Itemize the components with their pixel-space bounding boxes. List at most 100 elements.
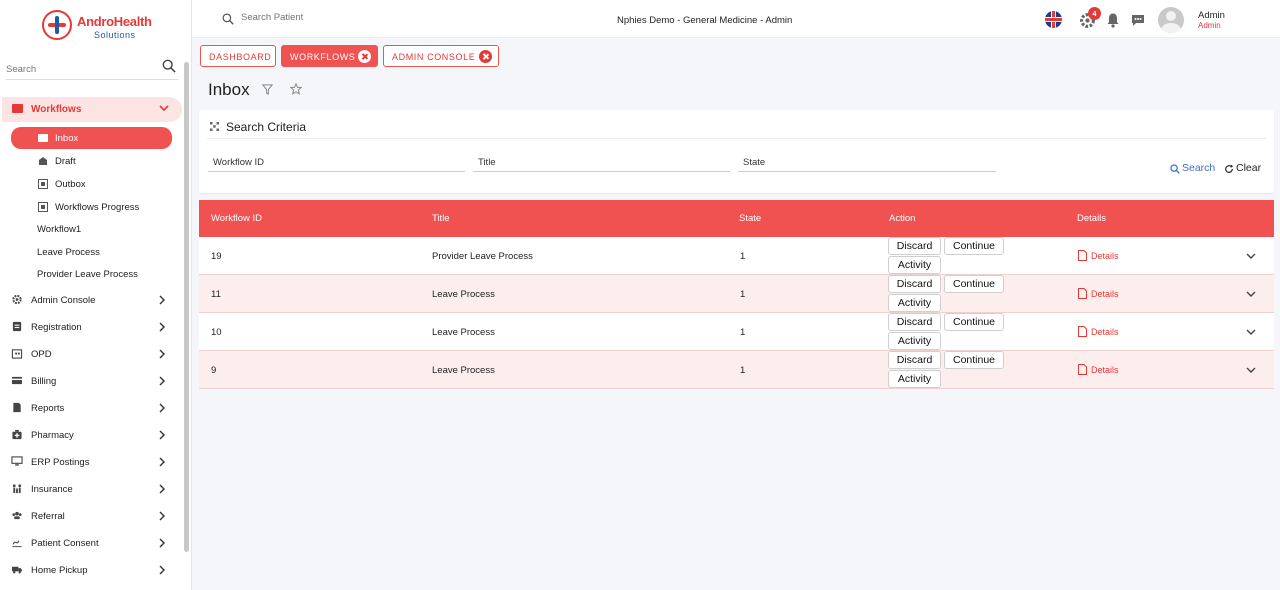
- sidebar-item-registration[interactable]: Registration: [0, 316, 180, 338]
- close-icon[interactable]: [479, 50, 492, 63]
- state-field[interactable]: State: [738, 155, 996, 172]
- sidebar-item-draft[interactable]: Draft: [11, 150, 172, 172]
- table-row[interactable]: 19 Provider Leave Process 1 Discard Cont…: [199, 237, 1274, 275]
- sidebar-item-billing[interactable]: Billing: [0, 370, 180, 392]
- activity-button[interactable]: Activity: [888, 370, 941, 388]
- star-icon[interactable]: [290, 83, 302, 95]
- progress-icon: [38, 202, 48, 212]
- document-icon: [1078, 288, 1087, 299]
- sidebar-item-workflow1[interactable]: Workflow1: [37, 224, 81, 235]
- sidebar-item-patient-consent[interactable]: Patient Consent: [0, 532, 180, 554]
- chevron-down-icon[interactable]: [1245, 289, 1257, 299]
- details-label: Details: [1091, 327, 1119, 337]
- sidebar-item-opd[interactable]: OPD: [0, 343, 180, 365]
- activity-button[interactable]: Activity: [888, 332, 941, 350]
- chevron-down-icon[interactable]: [1245, 365, 1257, 375]
- chevron-right-icon: [159, 376, 165, 386]
- search-criteria-title: Search Criteria: [226, 120, 307, 134]
- bell-icon[interactable]: [1105, 12, 1121, 28]
- caduceus-icon: [42, 10, 72, 40]
- document-icon: [1078, 250, 1087, 261]
- tab-label: ADMIN CONSOLE: [392, 52, 476, 62]
- sidebar-item-label: Draft: [55, 156, 76, 167]
- discard-button[interactable]: Discard: [888, 351, 941, 369]
- discard-button[interactable]: Discard: [888, 313, 941, 331]
- sidebar-item-pharmacy[interactable]: Pharmacy: [0, 424, 180, 446]
- search-criteria-panel: Search Criteria Workflow ID Title State …: [199, 110, 1274, 193]
- discard-button[interactable]: Discard: [888, 237, 941, 255]
- column-header[interactable]: Workflow ID: [211, 213, 262, 224]
- sidebar-item-admin-console[interactable]: Admin Console: [0, 289, 180, 311]
- tab-workflows[interactable]: WORKFLOWS: [281, 45, 378, 67]
- table-row[interactable]: 10 Leave Process 1 Discard Continue Acti…: [199, 313, 1274, 351]
- continue-button[interactable]: Continue: [944, 313, 1004, 331]
- table-row[interactable]: 11 Leave Process 1 Discard Continue Acti…: [199, 275, 1274, 313]
- avatar[interactable]: [1158, 7, 1184, 33]
- search-icon: [222, 13, 234, 25]
- outbox-icon: [38, 179, 48, 189]
- sidebar-item-label: Admin Console: [31, 295, 96, 306]
- language-flag-icon[interactable]: [1045, 11, 1062, 28]
- filter-icon[interactable]: [262, 84, 273, 95]
- user-name[interactable]: Admin: [1198, 10, 1225, 21]
- tab-admin-console[interactable]: ADMIN CONSOLE: [383, 45, 499, 67]
- column-header[interactable]: State: [739, 213, 761, 224]
- sidebar-item-reports[interactable]: Reports: [0, 397, 180, 419]
- chat-icon[interactable]: [1130, 12, 1146, 28]
- chevron-right-icon: [159, 565, 165, 575]
- chevron-down-icon[interactable]: [1245, 327, 1257, 337]
- sidebar-item-referral[interactable]: Referral: [0, 505, 180, 527]
- search-icon: [1170, 164, 1180, 174]
- billing-icon: [11, 376, 23, 385]
- continue-button[interactable]: Continue: [944, 351, 1004, 369]
- chevron-right-icon: [159, 484, 165, 494]
- chevron-down-icon[interactable]: [1245, 251, 1257, 261]
- sidebar-item-label: Pharmacy: [31, 430, 74, 441]
- sidebar-item-erp-postings[interactable]: ERP Postings: [0, 451, 180, 473]
- sidebar-item-label: Referral: [31, 511, 65, 522]
- sidebar-item-outbox[interactable]: Outbox: [11, 173, 172, 195]
- chevron-right-icon: [159, 295, 165, 305]
- activity-button[interactable]: Activity: [888, 294, 941, 312]
- close-icon[interactable]: [358, 50, 371, 63]
- brand-logo[interactable]: AndroHealth Solutions: [42, 10, 152, 42]
- sidebar-item-workflows-progress[interactable]: Workflows Progress: [11, 196, 172, 218]
- sidebar-item-label: Registration: [31, 322, 82, 333]
- field-label: Title: [478, 157, 496, 168]
- workflow-id-field[interactable]: Workflow ID: [208, 155, 465, 172]
- patient-search-input[interactable]: [241, 12, 341, 23]
- sidebar-item-inbox[interactable]: Inbox: [11, 127, 172, 149]
- continue-button[interactable]: Continue: [944, 275, 1004, 293]
- discard-button[interactable]: Discard: [888, 275, 941, 293]
- envelope-icon: [12, 104, 23, 113]
- sidebar-item-label: Home Pickup: [31, 565, 88, 576]
- chevron-down-icon: [159, 105, 169, 112]
- sidebar-item-insurance[interactable]: Insurance: [0, 478, 180, 500]
- activity-button[interactable]: Activity: [888, 256, 941, 274]
- sidebar-item-label: Patient Consent: [31, 538, 99, 549]
- details-label: Details: [1091, 289, 1119, 299]
- referral-icon: [12, 511, 22, 520]
- workflow-id-cell: 11: [211, 289, 221, 300]
- sidebar-search-input[interactable]: [6, 58, 146, 78]
- continue-button[interactable]: Continue: [944, 237, 1004, 255]
- field-label: State: [743, 157, 766, 168]
- sidebar-item-workflows[interactable]: Workflows: [2, 97, 182, 122]
- document-icon: [1078, 364, 1087, 375]
- chevron-right-icon: [159, 430, 165, 440]
- chevron-right-icon: [159, 538, 165, 548]
- sidebar-scrollbar[interactable]: [184, 62, 189, 552]
- sidebar-item-label: Workflows: [31, 104, 82, 115]
- column-header[interactable]: Title: [432, 213, 450, 224]
- tab-dashboard[interactable]: DASHBOARD: [200, 45, 276, 67]
- title-field[interactable]: Title: [473, 155, 730, 172]
- table-row[interactable]: 9 Leave Process 1 Discard Continue Activ…: [199, 351, 1274, 389]
- details-label: Details: [1091, 365, 1119, 375]
- search-icon[interactable]: [162, 59, 176, 73]
- sidebar-item-label: OPD: [31, 349, 52, 360]
- sidebar-item-provider-leave-process[interactable]: Provider Leave Process: [37, 269, 138, 280]
- sidebar-item-leave-process[interactable]: Leave Process: [37, 247, 100, 258]
- column-header: Action: [889, 213, 916, 224]
- sidebar-item-home-pickup[interactable]: Home Pickup: [0, 559, 180, 581]
- chevron-right-icon: [159, 403, 165, 413]
